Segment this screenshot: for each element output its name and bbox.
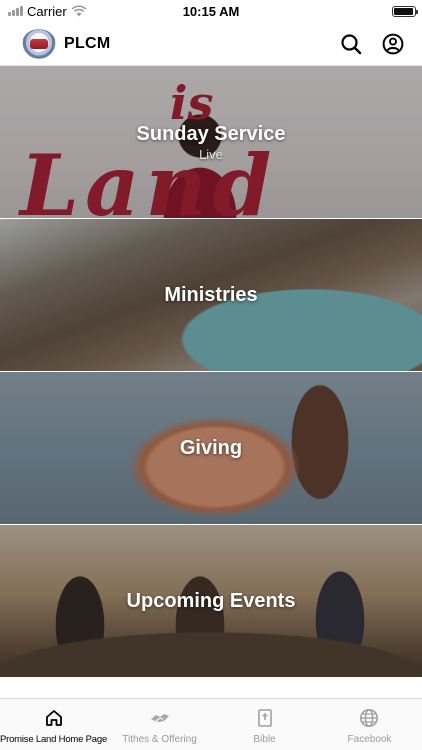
search-icon [341,33,362,54]
tab-label: Facebook [347,734,392,745]
tile-sunday-service[interactable]: is Land Sunday Service Live [0,66,422,218]
tab-tithes-offering[interactable]: Tithes & Offering [107,699,212,750]
battery-fill [394,7,413,15]
app-logo [22,28,56,59]
app-title: PLCM [64,34,111,52]
globe-icon [360,709,379,727]
profile-button[interactable] [378,29,408,59]
bible-icon [257,709,272,727]
home-icon [45,710,62,726]
tab-bar: Promise Land Home Page Tithes & Offering… [0,698,422,750]
tab-label: Bible [253,734,276,745]
tile-title: Ministries [164,283,258,306]
tile-ministries[interactable]: Ministries [0,219,422,371]
status-bar: Carrier 10:15 AM [0,0,422,22]
tile-giving[interactable]: Giving [0,372,422,524]
tile-subtitle: Live [199,146,223,162]
tile-upcoming-events[interactable]: Upcoming Events [0,525,422,677]
battery-icon [392,5,418,17]
account-icon [382,33,404,54]
status-left: Carrier [8,4,87,19]
signal-icon [8,6,23,16]
tab-label: Tithes & Offering [122,734,197,745]
tile-title: Sunday Service [136,122,286,145]
carrier-label: Carrier [27,3,67,19]
tab-label: Promise Land Home Page [0,734,108,745]
tab-facebook[interactable]: Facebook [317,699,422,750]
tab-bible[interactable]: Bible [212,699,317,750]
menu-tiles: is Land Sunday Service Live Ministries G… [0,66,422,678]
handshake-icon [150,714,169,722]
tile-title: Giving [179,436,243,459]
search-button[interactable] [336,29,366,59]
app-header: PLCM [0,22,422,66]
tile-title: Upcoming Events [126,589,296,612]
tab-home[interactable]: Promise Land Home Page [0,699,107,750]
wifi-icon [71,5,87,17]
